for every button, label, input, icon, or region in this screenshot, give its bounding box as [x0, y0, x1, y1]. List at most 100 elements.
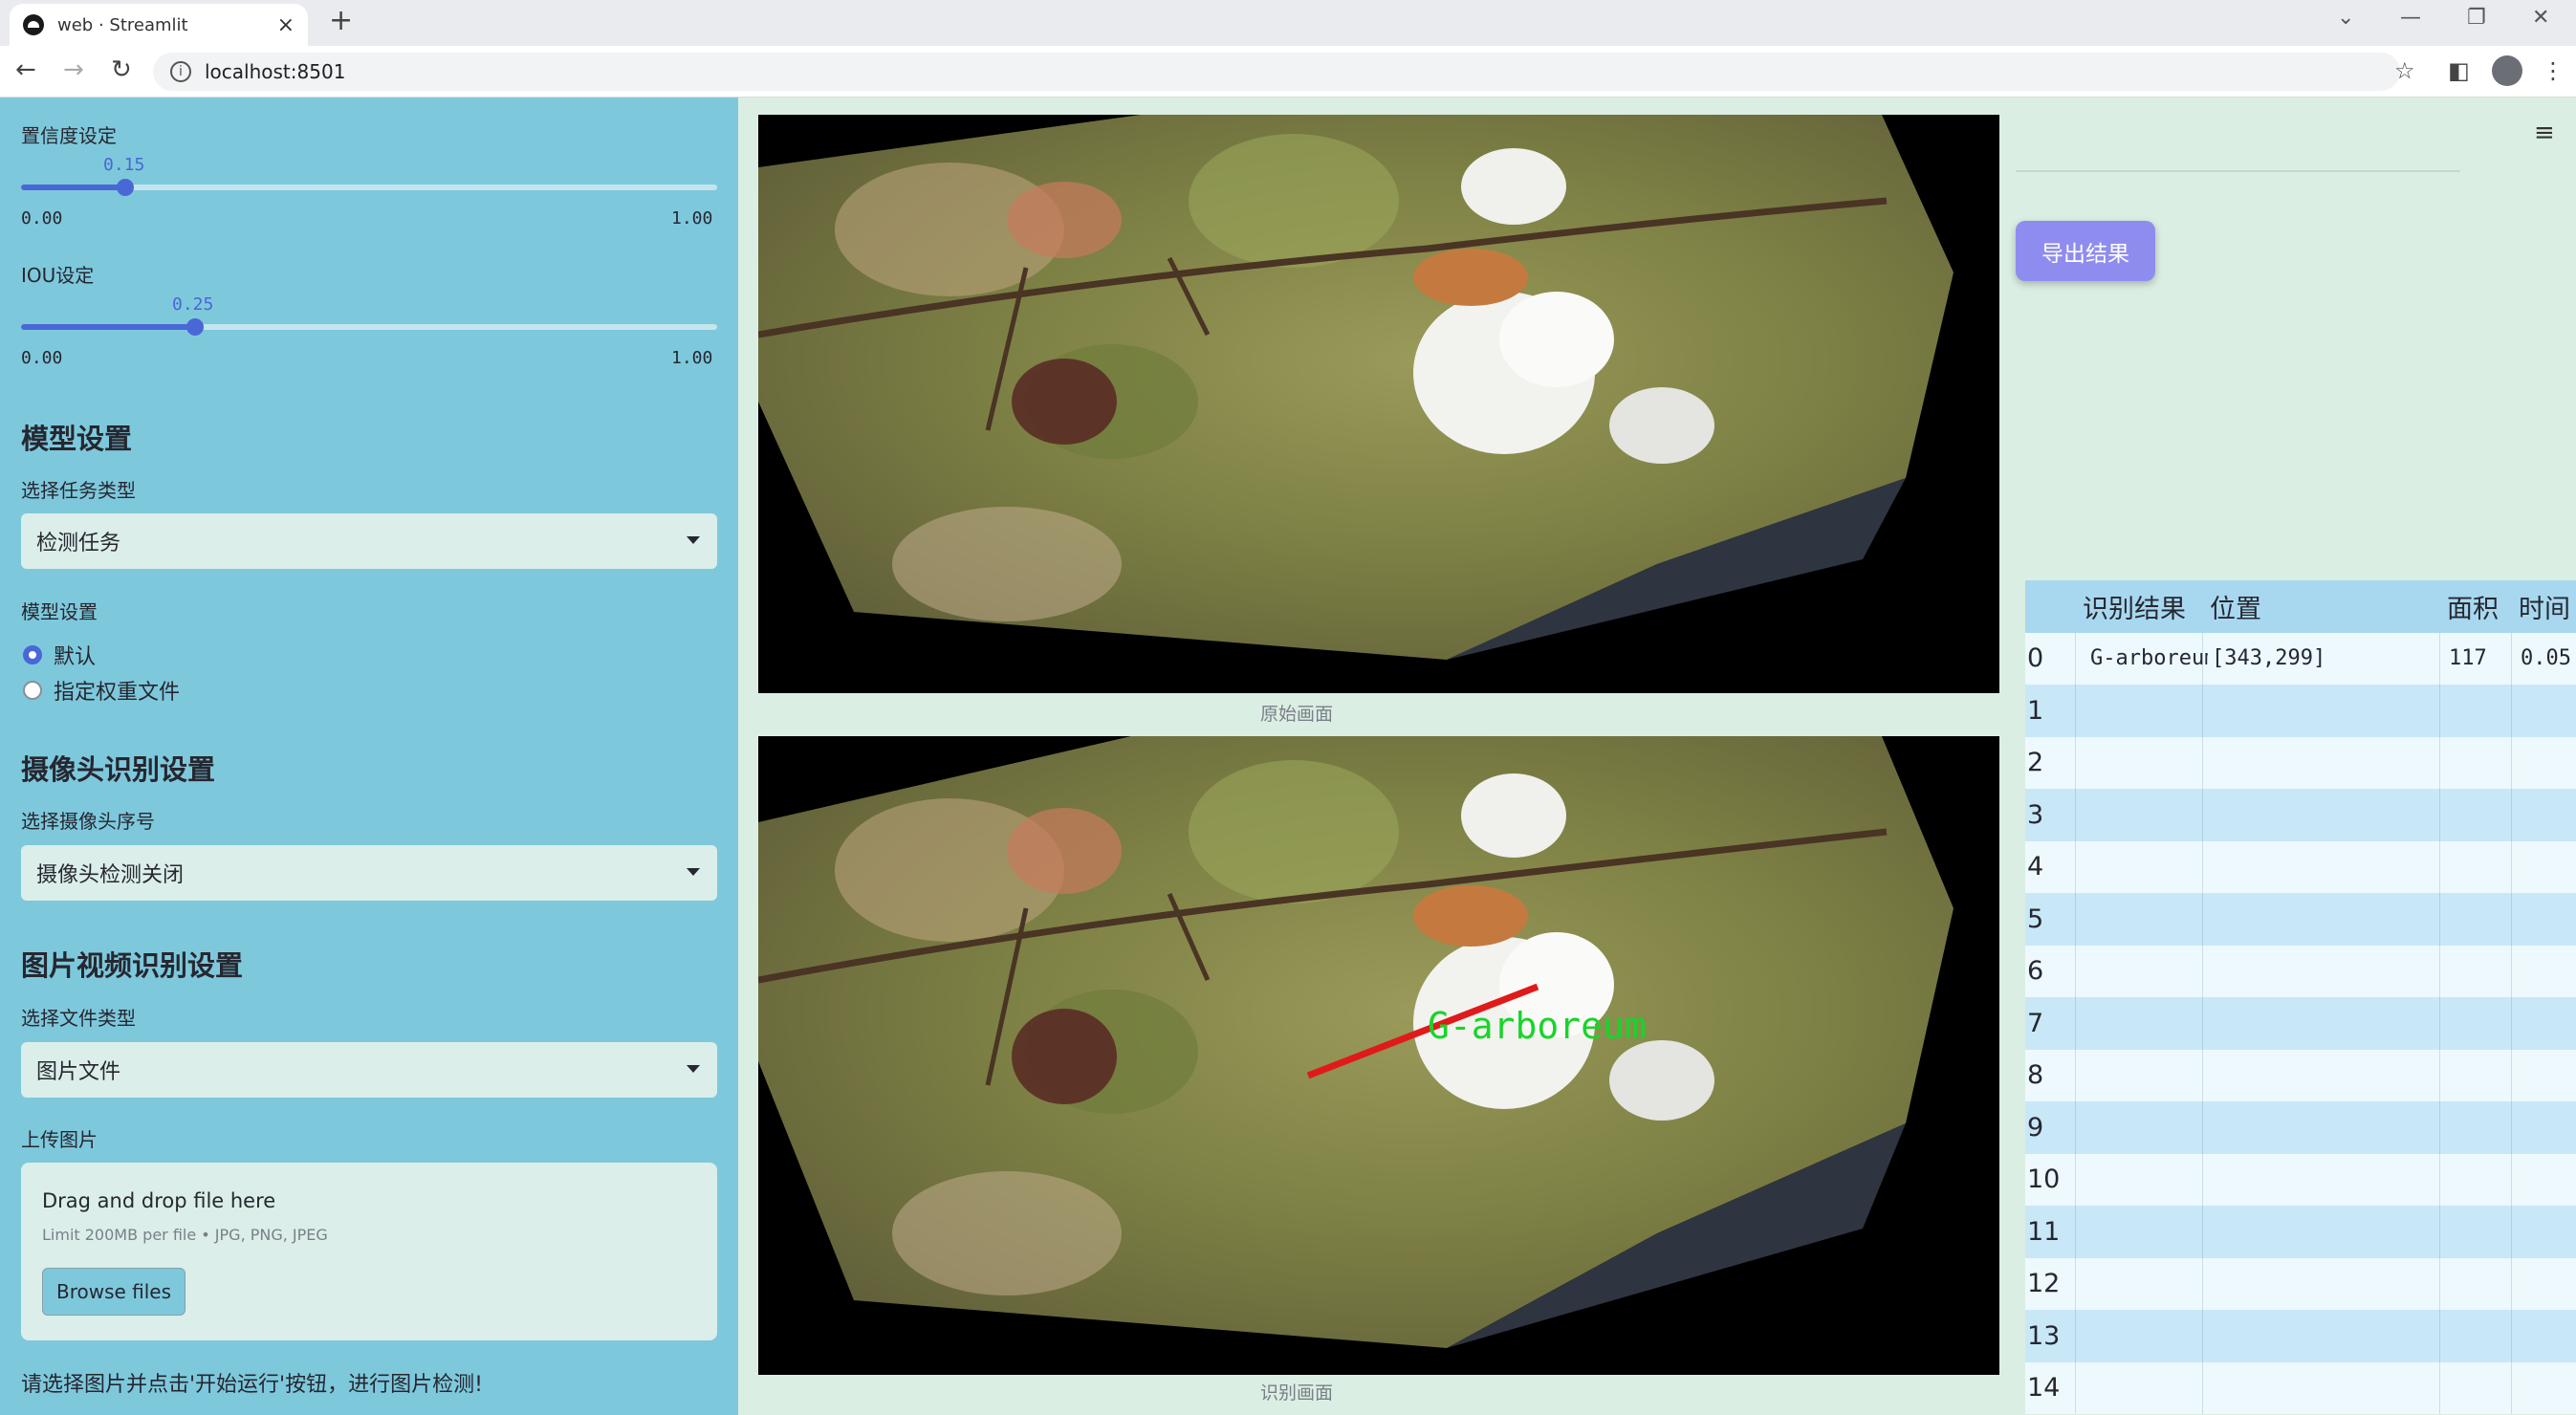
radio-default[interactable]: 默认 [23, 640, 96, 670]
table-cell [2212, 841, 2439, 894]
url-field[interactable]: i localhost:8501 [153, 53, 2400, 91]
table-cell [2449, 1362, 2511, 1415]
table-row[interactable]: 9 [2025, 1101, 2576, 1154]
table-row[interactable]: 11 [2025, 1206, 2576, 1258]
menu-dots-icon[interactable]: ⋮ [2542, 57, 2565, 84]
original-image [758, 115, 1999, 693]
row-index: 3 [2027, 799, 2044, 830]
column-header[interactable]: 面积 [2447, 580, 2511, 633]
table-cell [2212, 1050, 2439, 1102]
table-row[interactable]: 4 [2025, 840, 2576, 894]
column-divider [2439, 840, 2440, 893]
row-index: 14 [2027, 1373, 2061, 1404]
new-tab-icon[interactable]: + [329, 4, 353, 37]
confidence-value: 0.15 [103, 155, 145, 175]
column-header[interactable]: 识别结果 [2083, 580, 2202, 633]
row-index: 12 [2027, 1269, 2061, 1299]
table-cell [2090, 1101, 2208, 1154]
radio-custom-weights[interactable]: 指定权重文件 [23, 675, 180, 706]
column-divider [2075, 736, 2076, 789]
iou-label: IOU设定 [21, 264, 95, 287]
table-cell: 117 [2449, 646, 2487, 671]
table-cell [2212, 1206, 2439, 1258]
model-settings-label: 模型设置 [21, 600, 98, 623]
file-dropzone[interactable]: Drag and drop file here Limit 200MB per … [21, 1163, 717, 1340]
table-cell [2449, 893, 2511, 946]
table-cell: [343,299] [2212, 646, 2326, 671]
table-cell [2521, 946, 2576, 998]
table-cell [2449, 685, 2511, 737]
table-row[interactable]: 10 [2025, 1153, 2576, 1207]
column-divider [2075, 1153, 2076, 1206]
column-divider [2075, 945, 2076, 997]
table-cell [2449, 1310, 2511, 1362]
confidence-max: 1.00 [671, 208, 713, 229]
column-header[interactable]: 时间 [2519, 580, 2576, 633]
table-row[interactable]: 6 [2025, 945, 2576, 998]
divider [2016, 170, 2460, 172]
task-type-label: 选择任务类型 [21, 479, 136, 502]
file-type-select[interactable]: 图片文件 [21, 1042, 717, 1098]
side-panel-icon[interactable]: ◧ [2448, 57, 2470, 84]
browser-tab[interactable]: web · Streamlit × [10, 4, 308, 46]
reload-icon[interactable]: ↻ [111, 55, 132, 84]
address-bar: ← → ↻ i localhost:8501 ☆ ◧ ⋮ [0, 46, 2576, 98]
browse-files-button[interactable]: Browse files [42, 1268, 186, 1316]
table-cell [2090, 1206, 2208, 1258]
row-index: 4 [2027, 852, 2044, 882]
confidence-label: 置信度设定 [21, 124, 117, 147]
table-cell [2521, 789, 2576, 841]
table-row[interactable]: 13 [2025, 1310, 2576, 1362]
task-type-value: 检测任务 [36, 532, 121, 555]
browser-tab-bar: web · Streamlit × + ⌄ — ❐ ✕ [0, 0, 2576, 46]
file-type-value: 图片文件 [36, 1060, 121, 1084]
camera-settings-heading: 摄像头识别设置 [21, 753, 216, 786]
table-row[interactable]: 1 [2025, 685, 2576, 737]
column-header[interactable]: 位置 [2210, 580, 2439, 633]
table-cell [2212, 1258, 2439, 1311]
restore-icon[interactable]: ❐ [2467, 6, 2486, 30]
table-cell [2212, 893, 2439, 946]
table-row[interactable]: 14 [2025, 1361, 2576, 1415]
profile-avatar-icon[interactable] [2492, 55, 2522, 86]
table-row[interactable]: 12 [2025, 1257, 2576, 1311]
column-divider [2439, 1049, 2440, 1101]
tab-close-icon[interactable]: × [277, 13, 295, 37]
minimize-icon[interactable]: — [2400, 6, 2421, 30]
column-divider [2202, 840, 2203, 893]
column-divider [2439, 945, 2440, 997]
camera-select[interactable]: 摄像头检测关闭 [21, 845, 717, 901]
table-cell [2212, 997, 2439, 1050]
table-cell [2090, 997, 2208, 1050]
table-cell [2521, 1206, 2576, 1258]
iou-slider-handle[interactable] [186, 318, 204, 336]
tab-search-chevron-icon[interactable]: ⌄ [2337, 6, 2354, 30]
table-cell [2449, 1154, 2511, 1207]
table-row[interactable]: 8 [2025, 1049, 2576, 1102]
column-divider [2202, 1310, 2203, 1362]
hamburger-menu-icon[interactable]: ≡ [2534, 119, 2555, 147]
table-cell [2090, 789, 2208, 841]
table-row[interactable]: 0 G-arboreum [343,299] 117 0.05 [2025, 632, 2576, 685]
table-cell [2521, 685, 2576, 737]
table-row[interactable]: 3 [2025, 789, 2576, 841]
table-cell [2521, 841, 2576, 894]
window-close-icon[interactable]: ✕ [2532, 6, 2549, 30]
column-divider [2439, 1206, 2440, 1258]
table-row[interactable]: 5 [2025, 893, 2576, 946]
forward-icon[interactable]: → [63, 55, 84, 84]
back-icon[interactable]: ← [15, 55, 36, 84]
row-index: 2 [2027, 748, 2044, 778]
task-type-select[interactable]: 检测任务 [21, 513, 717, 569]
table-row[interactable]: 2 [2025, 736, 2576, 789]
site-info-icon[interactable]: i [170, 61, 191, 82]
table-cell [2449, 997, 2511, 1050]
column-divider [2511, 1049, 2512, 1101]
table-cell [2521, 893, 2576, 946]
table-row[interactable]: 7 [2025, 997, 2576, 1050]
result-caption: 识别画面 [1260, 1382, 1334, 1404]
results-table[interactable]: 识别结果 位置 面积 时间 0 G-arboreum [343,299] 117 0.05 1 2 3… [2025, 580, 2576, 1415]
export-results-button[interactable]: 导出结果 [2016, 221, 2155, 281]
bookmark-star-icon[interactable]: ☆ [2394, 57, 2415, 84]
column-header[interactable] [2033, 580, 2075, 633]
